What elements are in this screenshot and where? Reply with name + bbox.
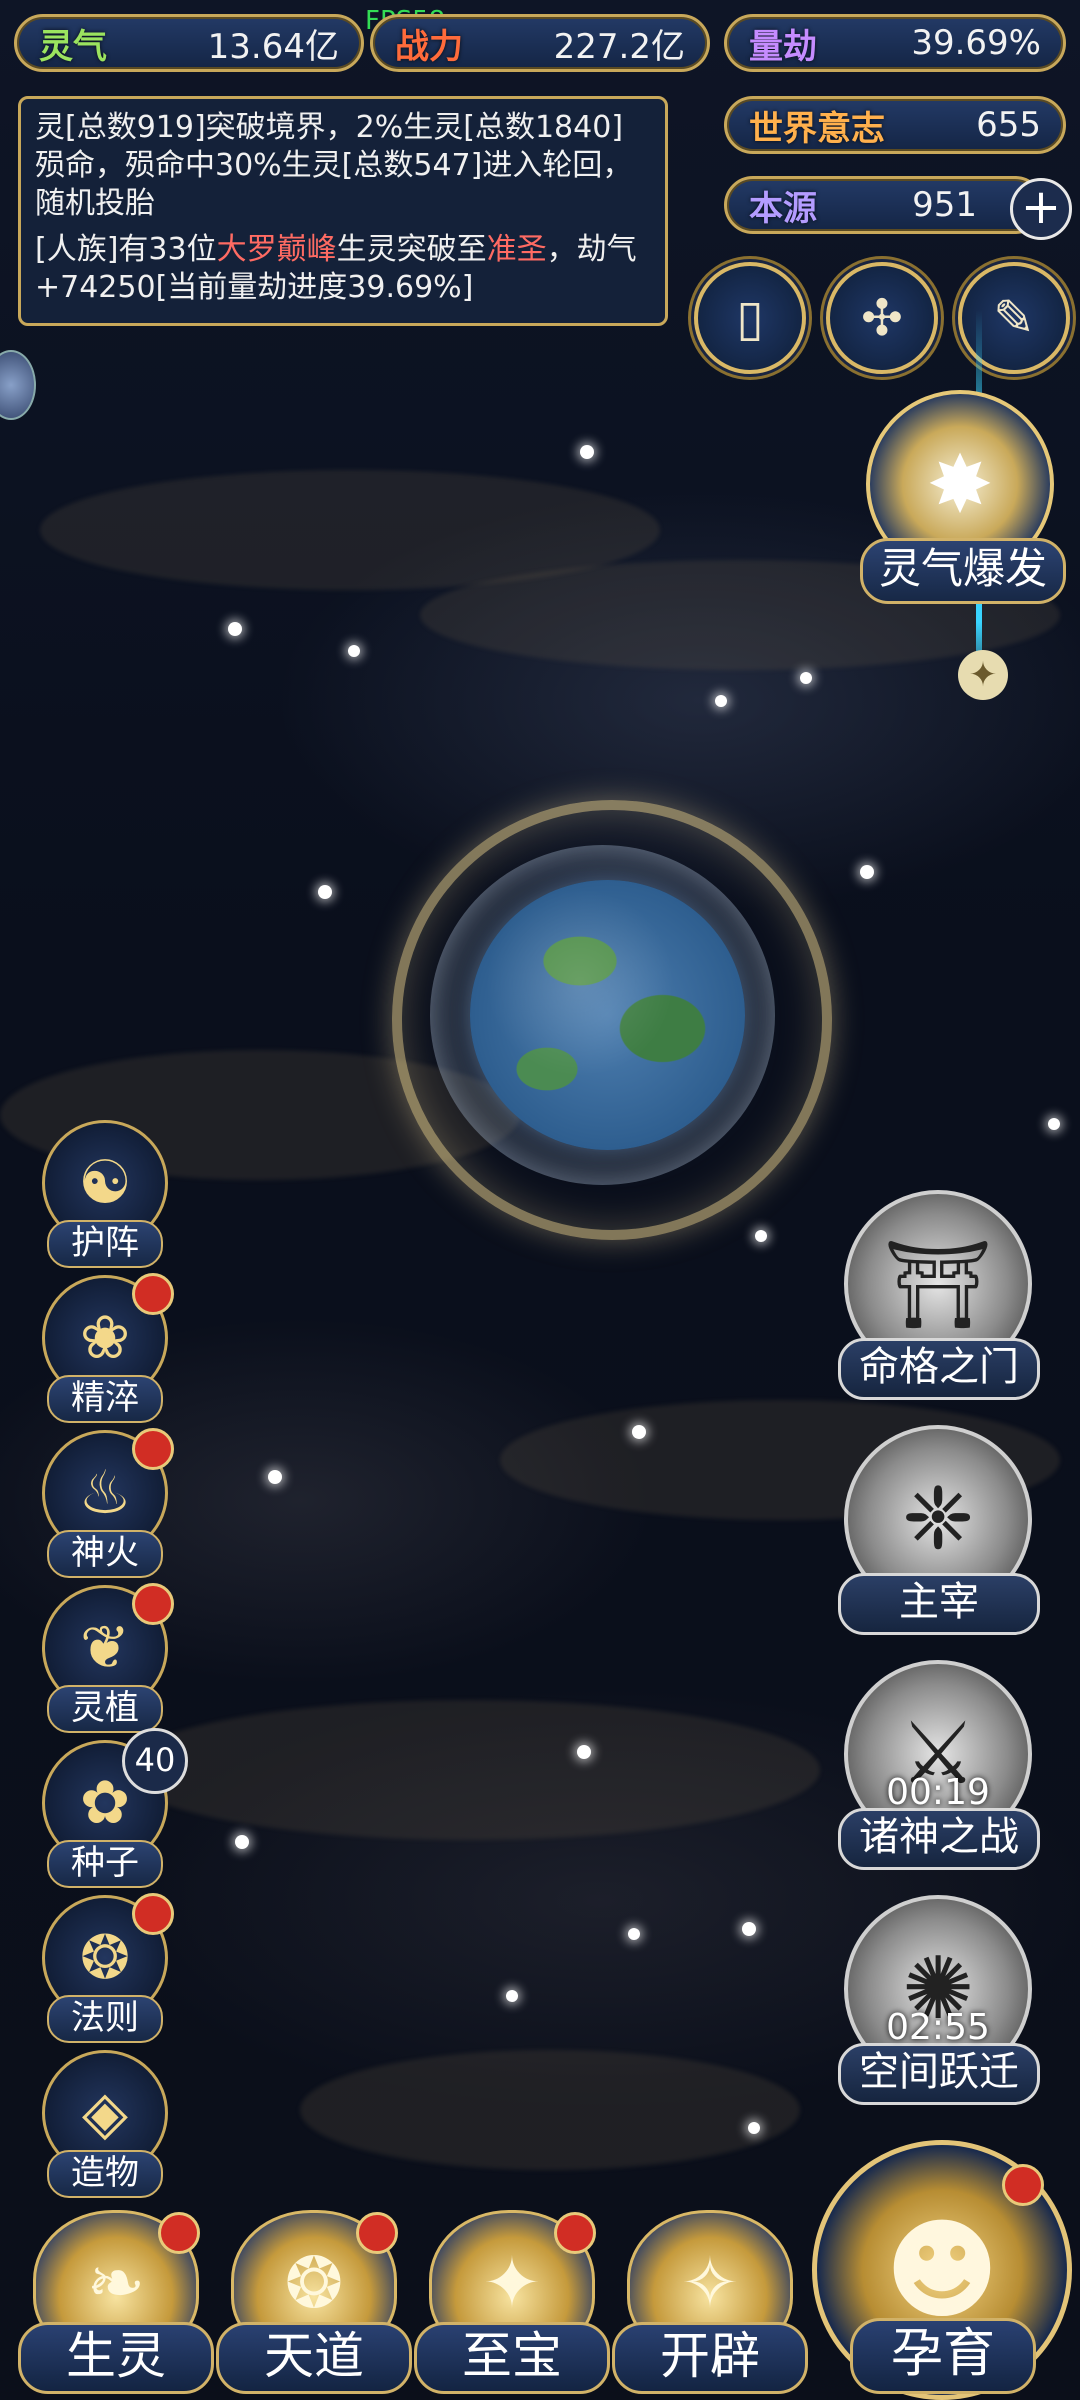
pet-icon[interactable]: ✦ (958, 650, 1008, 700)
seed-count-badge: 40 (122, 1728, 188, 1794)
left-menu-item[interactable]: ♨ 神火 (40, 1428, 174, 1578)
world-will-label: 世界意志 (749, 108, 885, 149)
notification-dot (1002, 2164, 1044, 2206)
benyuan-stat[interactable]: 本源 951 (724, 176, 1044, 234)
liangjie-stat[interactable]: 量劫 39.69% (724, 14, 1066, 72)
bottom-nav-label: 生灵 (18, 2322, 214, 2394)
right-menu-label: 诸神之战 (838, 1808, 1040, 1870)
left-menu-label: 精淬 (47, 1375, 163, 1423)
right-menu-item[interactable]: ✺ 空间跃迁 02:55 (838, 1895, 1040, 2105)
notification-dot (356, 2212, 398, 2254)
liangjie-label: 量劫 (749, 26, 817, 67)
notification-dot (158, 2212, 200, 2254)
notification-dot (132, 1428, 174, 1470)
lingqi-stat[interactable]: 灵气 13.64亿 (14, 14, 364, 72)
left-menu-label: 种子 (47, 1840, 163, 1888)
yunyu-label: 孕育 (850, 2318, 1036, 2394)
notification-dot (132, 1583, 174, 1625)
scroll-icon[interactable]: ✎ (958, 262, 1070, 374)
left-menu-item[interactable]: ◈ 造物 (40, 2050, 170, 2198)
burst-label: 灵气爆发 (860, 538, 1066, 604)
log-line-2-highlight-1: 大罗巅峰 (216, 232, 337, 267)
left-menu-item[interactable]: ❦ 灵植 (40, 1583, 174, 1733)
countdown-timer: 00:19 (886, 1772, 990, 1813)
notification-dot (132, 1893, 174, 1935)
left-menu-label: 护阵 (47, 1220, 163, 1268)
log-line-2-prefix: [人族]有33位 (35, 232, 217, 267)
yunyu-button[interactable]: ☻ 孕育 (812, 2140, 1072, 2400)
notification-dot (132, 1273, 174, 1315)
card-icon[interactable]: ▯ (694, 262, 806, 374)
log-line-2: [人族]有33位大罗巅峰生灵突破至准圣，劫气+74250[当前量劫进度39.69… (35, 231, 651, 307)
bottom-nav-label: 开辟 (612, 2322, 808, 2394)
bottom-nav-item[interactable]: ✧ 开辟 (612, 2200, 808, 2400)
log-line-2-highlight-2: 准圣 (486, 232, 547, 267)
zhanli-label: 战力 (395, 26, 463, 67)
notification-dot (554, 2212, 596, 2254)
lingqi-value: 13.64亿 (207, 26, 339, 67)
right-menu-item[interactable]: ⚔ 诸神之战 00:19 (838, 1660, 1040, 1870)
bottom-nav-label: 至宝 (414, 2322, 610, 2394)
liangjie-value: 39.69% (911, 23, 1041, 63)
right-menu-label: 空间跃迁 (838, 2043, 1040, 2105)
countdown-timer: 02:55 (886, 2007, 990, 2048)
benyuan-label: 本源 (749, 188, 817, 229)
left-menu-item[interactable]: ☯ 护阵 (40, 1120, 170, 1268)
left-menu-label: 神火 (47, 1530, 163, 1578)
world-planet[interactable] (470, 880, 745, 1150)
log-line-1: 灵[总数919]突破境界，2%生灵[总数1840]殒命，殒命中30%生灵[总数5… (35, 110, 633, 221)
edge-orb-icon[interactable] (0, 350, 36, 420)
world-will-stat[interactable]: 世界意志 655 (724, 96, 1066, 154)
bottom-nav-item[interactable]: ❂ 天道 (216, 2200, 412, 2400)
right-menu-item[interactable]: ⛩ 命格之门 (838, 1190, 1040, 1400)
left-menu-label: 灵植 (47, 1685, 163, 1733)
bottom-nav-item[interactable]: ❧ 生灵 (18, 2200, 214, 2400)
left-menu-item[interactable]: ❀ 精淬 (40, 1273, 174, 1423)
plus-icon[interactable]: + (1010, 178, 1072, 240)
left-menu-item[interactable]: ✿ 种子 40 (40, 1728, 188, 1888)
lingqi-label: 灵气 (39, 26, 107, 67)
log-line-2-middle: 生灵突破至 (336, 232, 487, 267)
bottom-nav-item[interactable]: ✦ 至宝 (414, 2200, 610, 2400)
bottom-nav-label: 天道 (216, 2322, 412, 2394)
right-menu-label: 命格之门 (838, 1338, 1040, 1400)
left-menu-label: 造物 (47, 2150, 163, 2198)
zhanli-value: 227.2亿 (553, 26, 685, 67)
left-menu-label: 法则 (47, 1995, 163, 2043)
world-will-value: 655 (976, 105, 1041, 145)
benyuan-value: 951 (912, 185, 977, 225)
lingqi-burst-button[interactable]: ✸ 灵气爆发 (860, 390, 1066, 604)
event-log: 灵[总数919]突破境界，2%生灵[总数1840]殒命，殒命中30%生灵[总数5… (18, 96, 668, 326)
vortex-icon[interactable]: ✣ (826, 262, 938, 374)
right-menu-label: 主宰 (838, 1573, 1040, 1635)
zhanli-stat[interactable]: 战力 227.2亿 (370, 14, 710, 72)
right-menu-item[interactable]: ❈ 主宰 (838, 1425, 1040, 1635)
left-menu-item[interactable]: ❂ 法则 (40, 1893, 174, 2043)
